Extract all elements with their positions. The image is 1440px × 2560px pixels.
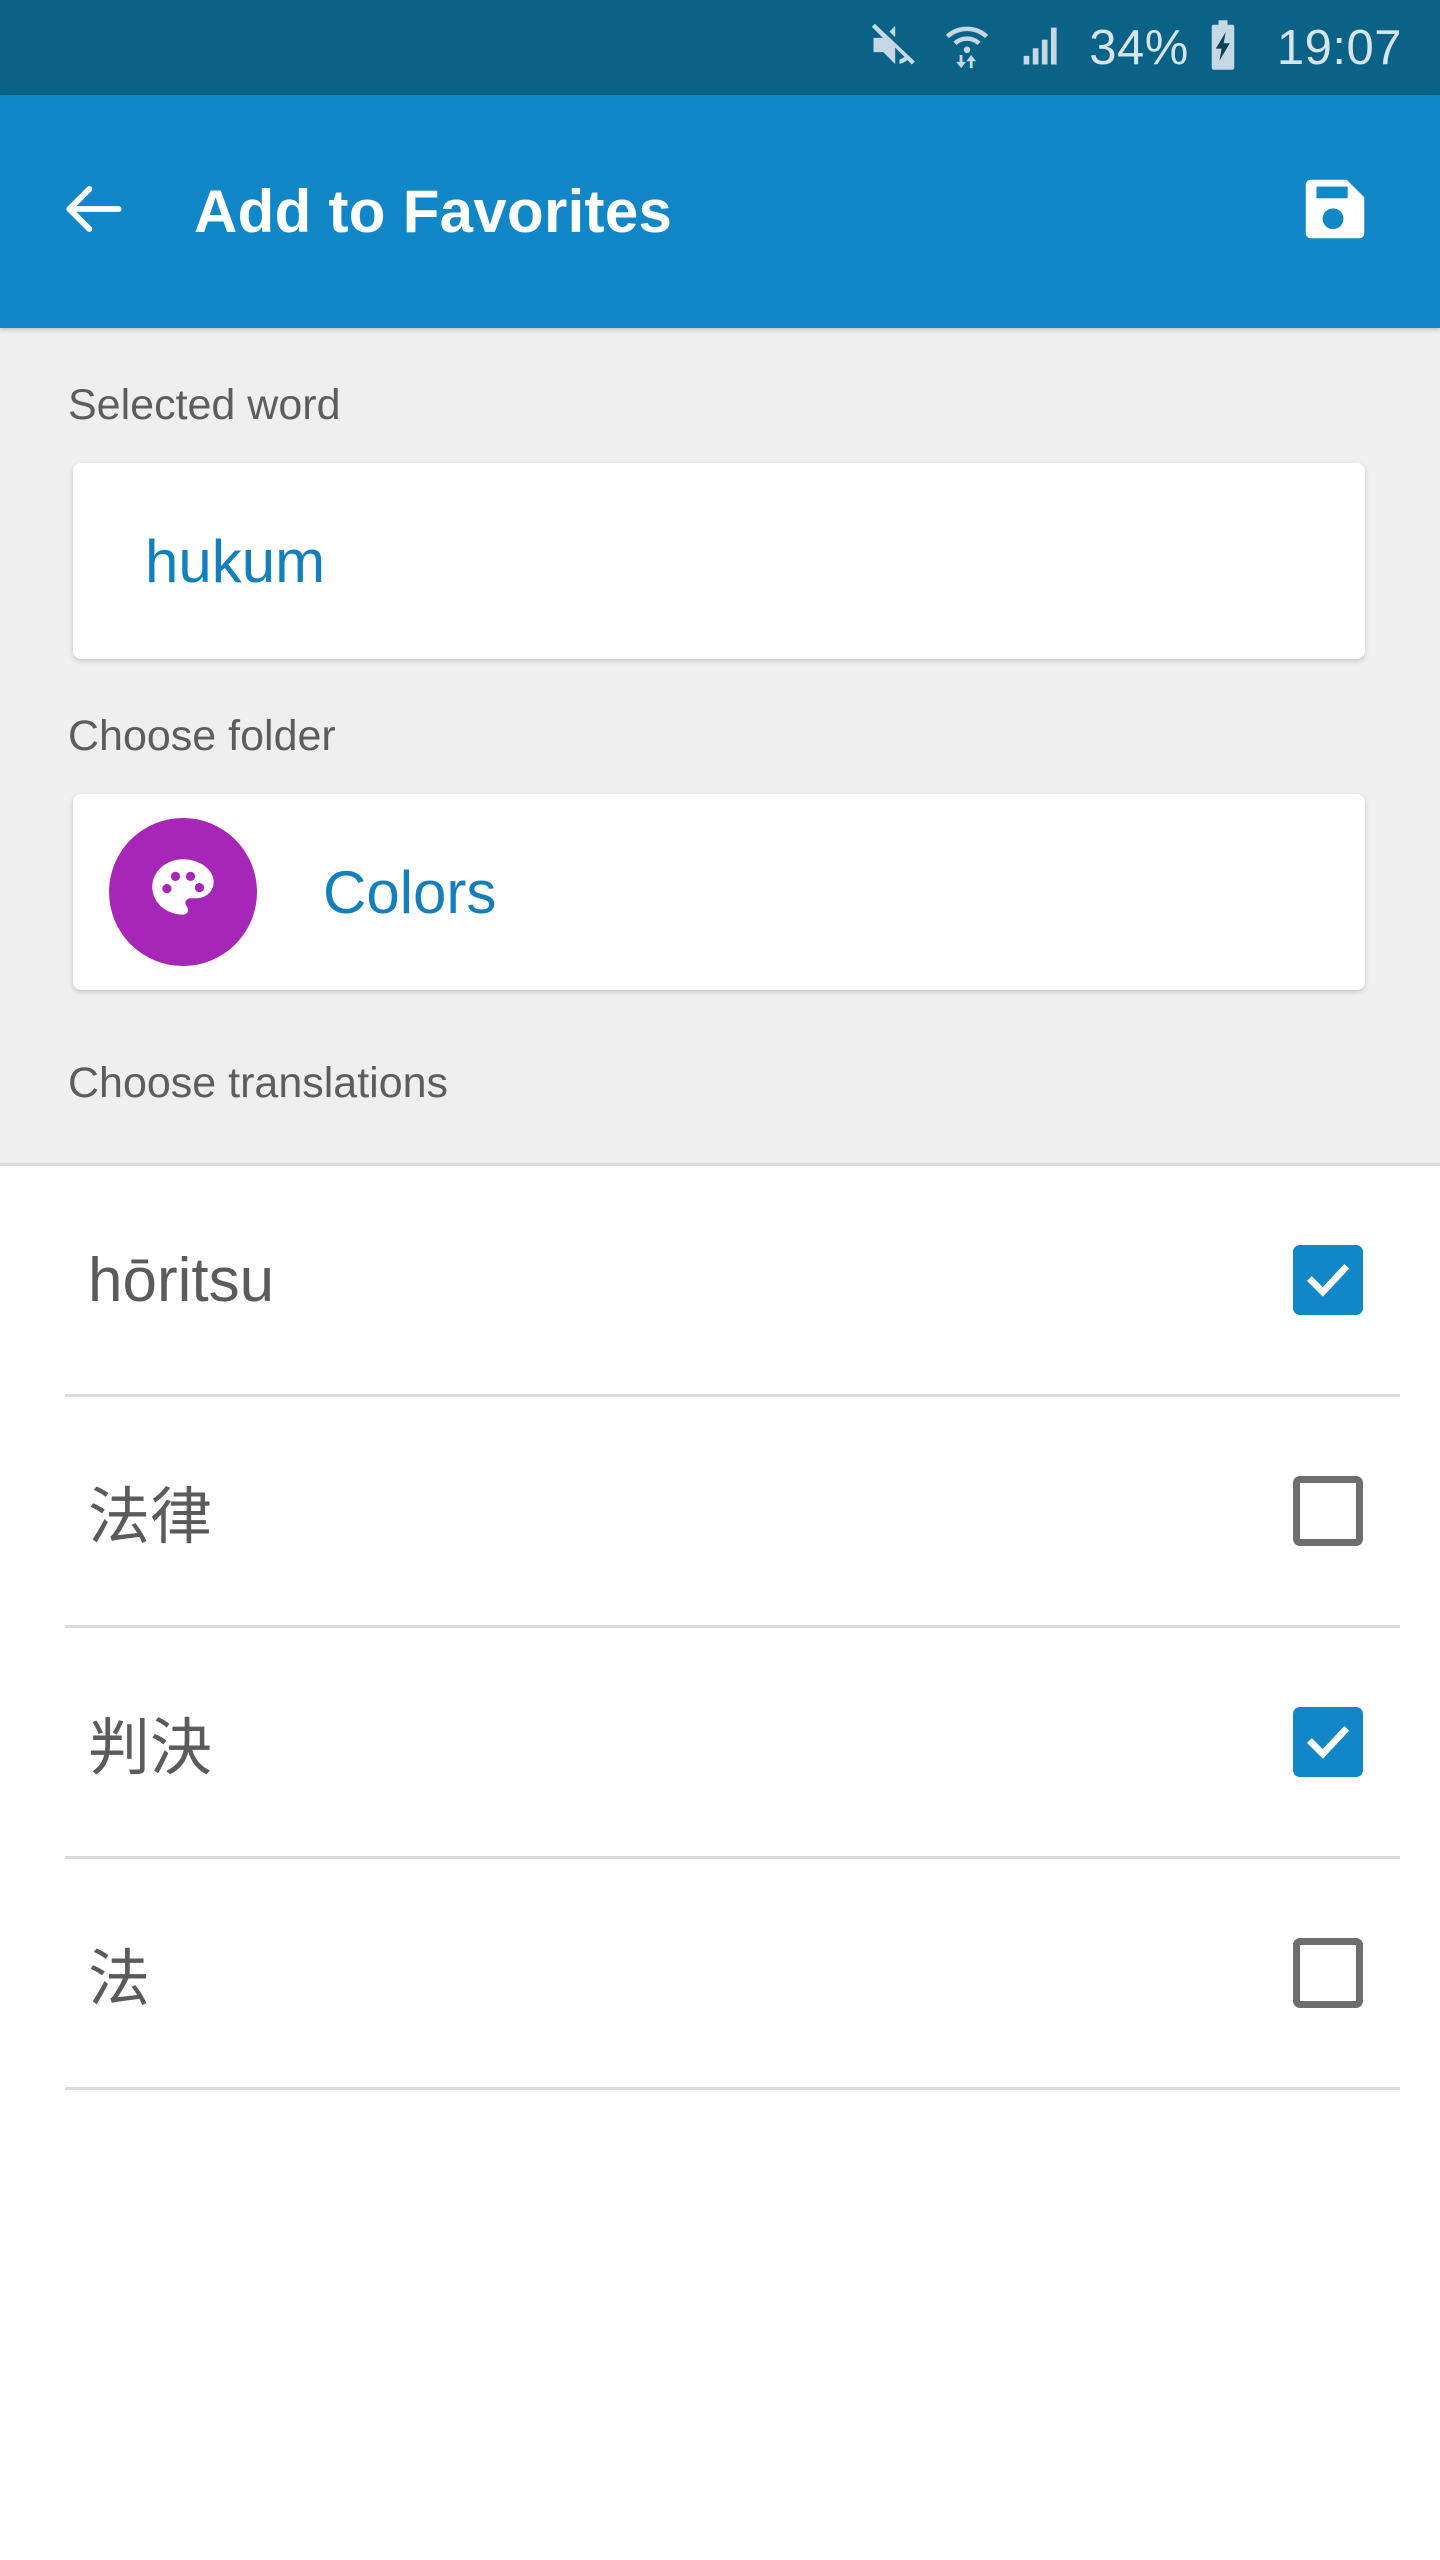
translation-text: 法律 — [88, 1480, 213, 1553]
translation-row[interactable]: 法律 — [0, 1397, 1440, 1625]
checkbox-unchecked[interactable] — [1293, 1938, 1363, 2008]
palette-icon — [142, 849, 224, 936]
translation-text: hōritsu — [88, 1245, 275, 1315]
form-section: Selected word hukum Choose folder Colors — [0, 328, 1440, 1166]
checkmark-icon — [1307, 1263, 1350, 1297]
signal-icon — [1015, 19, 1067, 76]
translation-row[interactable]: hōritsu — [0, 1166, 1440, 1394]
battery-percent: 34% — [1089, 20, 1189, 75]
back-arrow-icon — [57, 172, 131, 251]
translation-text: 法 — [88, 1942, 151, 2015]
mute-icon — [867, 19, 919, 76]
wifi-icon — [941, 19, 993, 76]
page-title: Add to Favorites — [194, 178, 673, 245]
save-button[interactable] — [1290, 167, 1380, 257]
selected-word-label: Selected word — [68, 381, 341, 429]
translation-row[interactable]: 判決 — [0, 1628, 1440, 1856]
row-divider — [65, 2087, 1400, 2090]
battery-charging-icon — [1199, 18, 1247, 77]
translations-list: hōritsu 法律判決法 — [0, 1166, 1440, 2090]
checkbox-checked[interactable] — [1293, 1707, 1363, 1777]
status-clock: 19:07 — [1276, 20, 1402, 75]
folder-name: Colors — [323, 858, 497, 926]
status-bar: 34% 19:07 — [0, 0, 1440, 95]
back-button[interactable] — [56, 174, 132, 250]
choose-translations-label: Choose translations — [68, 1059, 449, 1107]
app-bar: Add to Favorites — [0, 95, 1440, 328]
folder-avatar — [109, 818, 257, 966]
translation-row[interactable]: 法 — [0, 1859, 1440, 2087]
folder-selector[interactable]: Colors — [73, 794, 1365, 990]
selected-word-field[interactable]: hukum — [73, 463, 1365, 659]
app-screen: 34% 19:07 Add to Favorites Selected word… — [0, 0, 1440, 2560]
checkmark-icon — [1307, 1725, 1350, 1759]
checkbox-checked[interactable] — [1293, 1245, 1363, 1315]
checkbox-unchecked[interactable] — [1293, 1476, 1363, 1546]
translation-text: 判決 — [88, 1711, 213, 1784]
choose-folder-label: Choose folder — [68, 712, 336, 760]
save-floppy-icon — [1296, 170, 1374, 253]
selected-word-value: hukum — [145, 527, 326, 595]
